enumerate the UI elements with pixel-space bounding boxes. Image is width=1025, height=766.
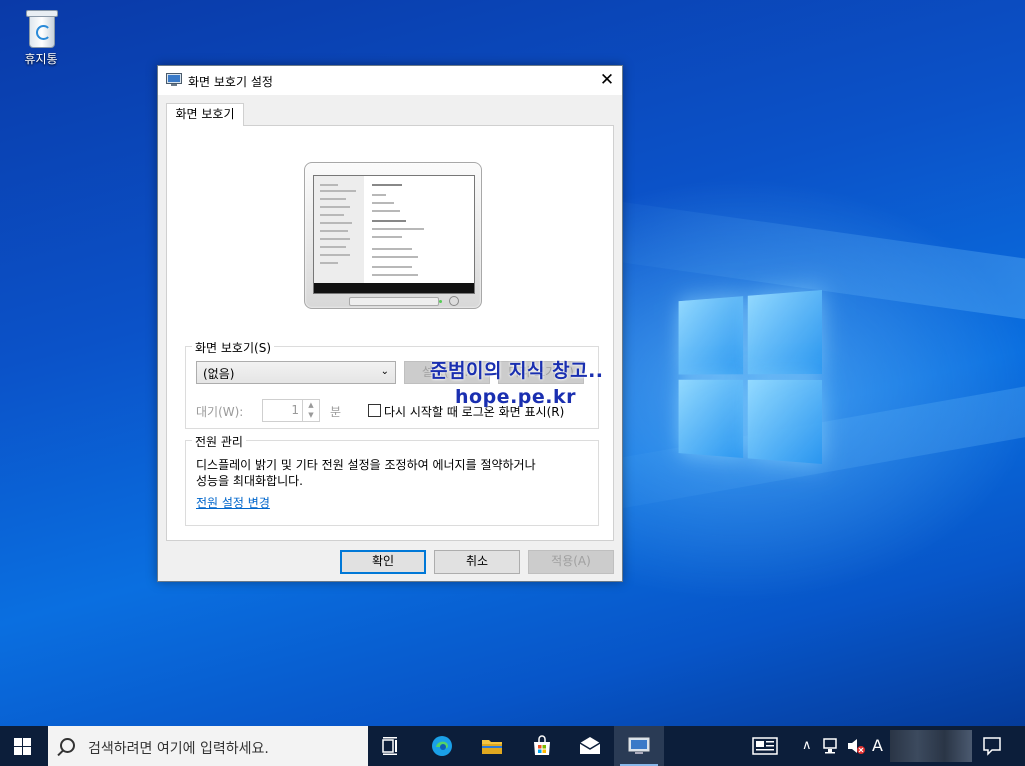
screensaver-settings-dialog: 화면 보호기 설정 ✕ 화면 보호기 화면 보호기(S) (없음) ⌄ 설정(T… [157,65,623,582]
screensaver-app-icon [166,73,182,86]
chevron-down-icon: ⌄ [380,366,389,377]
ok-button[interactable]: 확인 [340,550,426,574]
mail-icon[interactable] [578,734,602,758]
show-hidden-icons-chevron-icon[interactable]: ∧ [802,738,812,753]
news-widget-icon[interactable] [752,736,778,756]
search-placeholder: 검색하려면 여기에 입력하세요. [88,741,269,757]
change-power-settings-link[interactable]: 전원 설정 변경 [196,494,270,511]
resume-logon-checkbox[interactable] [368,404,381,417]
tab-panel-screensaver: 화면 보호기(S) (없음) ⌄ 설정(T)... 미리 보기(V) 대기(W)… [166,125,614,541]
recycle-bin-label: 휴지통 [24,52,58,66]
wait-unit-label: 분 [330,405,342,419]
taskbar-search-box[interactable]: 검색하려면 여기에 입력하세요. [48,726,368,766]
taskbar: 검색하려면 여기에 입력하세요. ∧ A [0,726,1025,766]
screensaver-group-label: 화면 보호기(S) [192,339,274,356]
recycle-bin-desktop-icon[interactable]: 휴지통 [14,8,68,67]
recycle-bin-icon [26,8,58,48]
screensaver-select[interactable]: (없음) ⌄ [196,361,396,384]
start-button[interactable] [14,738,31,755]
wait-minutes-value: 1 [291,403,299,417]
power-management-group: 전원 관리 디스플레이 밝기 및 기타 전원 설정을 조정하여 에너지를 절약하… [185,433,599,526]
close-button[interactable]: ✕ [592,66,622,95]
network-icon[interactable] [822,737,842,755]
apply-button[interactable]: 적용(A) [528,550,614,574]
input-method-indicator[interactable]: A [872,736,883,755]
edge-browser-icon[interactable] [430,734,454,758]
notification-center-icon[interactable] [982,736,1002,756]
microsoft-store-icon[interactable] [530,734,554,758]
watermark-line-2: hope.pe.kr [455,386,576,408]
tab-screensaver[interactable]: 화면 보호기 [166,103,244,126]
task-view-icon[interactable] [380,734,404,758]
stepper-arrows-icon[interactable]: ▲ ▼ [302,400,319,421]
dialog-title: 화면 보호기 설정 [188,75,273,89]
windows-wallpaper-logo [678,290,822,466]
search-icon [60,738,75,753]
clock-redacted[interactable] [890,730,972,762]
screensaver-select-value: (없음) [203,367,235,381]
volume-muted-icon[interactable] [846,737,866,755]
close-icon: ✕ [599,70,615,90]
power-description-line-2: 성능을 최대화합니다. [196,474,303,488]
wait-label: 대기(W): [196,405,244,419]
preview-screen [313,175,475,294]
cancel-button[interactable]: 취소 [434,550,520,574]
power-group-label: 전원 관리 [192,433,246,450]
screensaver-preview-monitor [304,162,482,309]
power-description-line-1: 디스플레이 밝기 및 기타 전원 설정을 조정하여 에너지를 절약하거나 [196,458,536,472]
dialog-titlebar[interactable]: 화면 보호기 설정 ✕ [158,66,622,95]
wait-minutes-stepper[interactable]: 1 ▲ ▼ [262,399,320,422]
watermark-line-1: 준범이의 지식 창고.. [430,360,604,382]
screensaver-taskbar-icon[interactable] [627,734,651,758]
file-explorer-icon[interactable] [480,734,504,758]
